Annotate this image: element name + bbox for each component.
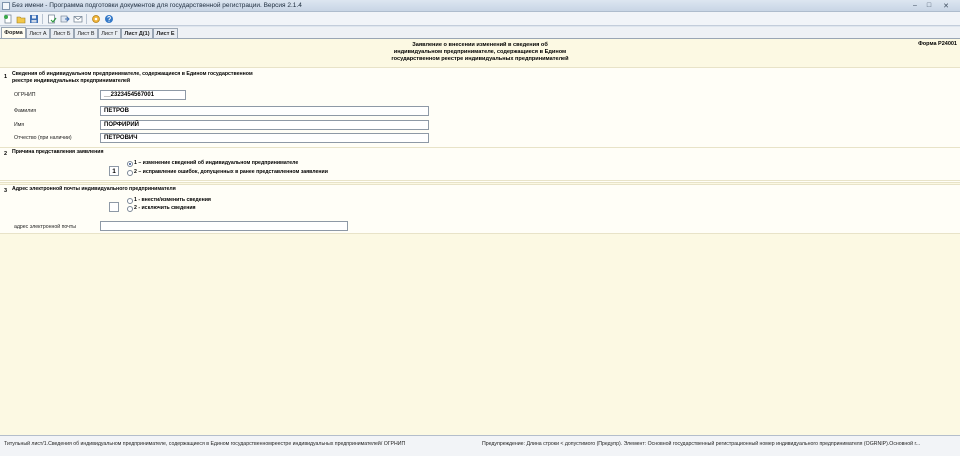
form-area: Форма Р24001 Заявление о внесении измене… — [0, 38, 960, 435]
section-title: Причина представления заявления — [12, 149, 104, 155]
section-title: Адрес электронной почты индивидуального … — [12, 186, 176, 192]
reason-option-2-radio[interactable] — [127, 170, 133, 176]
ogrnip-input[interactable]: __2323454567001 — [100, 90, 186, 100]
form-heading-line: Заявление о внесении изменений в сведени… — [412, 42, 548, 48]
app-icon — [2, 2, 10, 10]
reason-code-box[interactable]: 1 — [109, 166, 119, 176]
section-title: Сведения об индивидуальном предпринимате… — [12, 71, 253, 85]
send-icon[interactable] — [59, 14, 70, 24]
window-titlebar: Без имени - Программа подготовки докумен… — [0, 0, 960, 12]
section-reason: 2 Причина представления заявления 1 1 – … — [0, 147, 960, 181]
reason-option-1-label[interactable]: 1 – изменение сведений об индивидуальном… — [134, 160, 298, 166]
reason-option-2-label[interactable]: 2 – исправление ошибок, допущенных в ран… — [134, 169, 328, 175]
tab-list-v[interactable]: Лист В — [74, 28, 98, 38]
name-input[interactable]: ПОРФИРИЙ — [100, 120, 429, 130]
section-number: 1 — [4, 74, 8, 80]
tab-list-b[interactable]: Лист Б — [50, 28, 74, 38]
form-heading: Заявление о внесении изменений в сведени… — [300, 42, 660, 63]
sheet-tabs: Форма Лист А Лист Б Лист В Лист Г Лист Д… — [0, 27, 960, 38]
tab-list-e[interactable]: Лист Е — [153, 28, 178, 38]
section-number: 2 — [4, 151, 8, 157]
close-button[interactable]: ✕ — [936, 1, 956, 10]
email-code-box[interactable] — [109, 202, 119, 212]
email-label: адрес электронной почты — [14, 224, 76, 230]
new-document-icon[interactable] — [2, 14, 13, 24]
surname-input[interactable]: ПЕТРОВ — [100, 106, 429, 116]
minimize-button[interactable]: – — [908, 1, 922, 10]
section-title-line: реестре индивидуальных предпринимателей — [12, 78, 131, 84]
name-label: Имя — [14, 122, 25, 128]
email-icon[interactable] — [72, 14, 83, 24]
tab-list-a[interactable]: Лист А — [26, 28, 50, 38]
status-bar: Титульный лист/1.Сведения об индивидуаль… — [0, 435, 960, 456]
window-title: Без имени - Программа подготовки докумен… — [12, 2, 302, 9]
section-title-line: Сведения об индивидуальном предпринимате… — [12, 71, 253, 77]
open-folder-icon[interactable] — [15, 14, 26, 24]
section-email: 3 Адрес электронной почты индивидуальног… — [0, 184, 960, 234]
section-number: 3 — [4, 188, 8, 194]
ogrnip-label: ОГРНИП — [14, 92, 36, 98]
form-heading-line: индивидуальном предпринимателе, содержащ… — [393, 49, 567, 55]
email-option-1-label[interactable]: 1 - внести/изменить сведения — [134, 197, 211, 203]
check-document-icon[interactable] — [46, 14, 57, 24]
patronymic-input[interactable]: ПЕТРОВИЧ — [100, 133, 429, 143]
status-warning: Предупреждение: Длина строки < допустимо… — [482, 441, 921, 447]
tab-list-d1[interactable]: Лист Д(1) — [121, 28, 153, 38]
patronymic-label: Отчество (при наличии) — [14, 135, 72, 141]
toolbar — [0, 12, 960, 26]
reason-option-1-radio[interactable] — [127, 161, 133, 167]
tab-list-g[interactable]: Лист Г — [98, 28, 121, 38]
status-path: Титульный лист/1.Сведения об индивидуаль… — [4, 441, 406, 447]
email-option-2-radio[interactable] — [127, 206, 133, 212]
maximize-button[interactable]: □ — [922, 1, 936, 10]
tab-forma[interactable]: Форма — [1, 27, 26, 38]
form-code: Форма Р24001 — [918, 41, 957, 47]
form-heading-line: государственном реестре индивидуальных п… — [391, 56, 569, 62]
window-controls: – □ ✕ — [908, 1, 956, 11]
save-icon[interactable] — [28, 14, 39, 24]
email-option-1-radio[interactable] — [127, 198, 133, 204]
surname-label: Фамилия — [14, 108, 37, 114]
settings-gear-icon[interactable] — [90, 14, 101, 24]
help-icon[interactable] — [103, 14, 114, 24]
email-option-2-label[interactable]: 2 - исключить сведения — [134, 205, 196, 211]
email-input[interactable] — [100, 221, 348, 231]
